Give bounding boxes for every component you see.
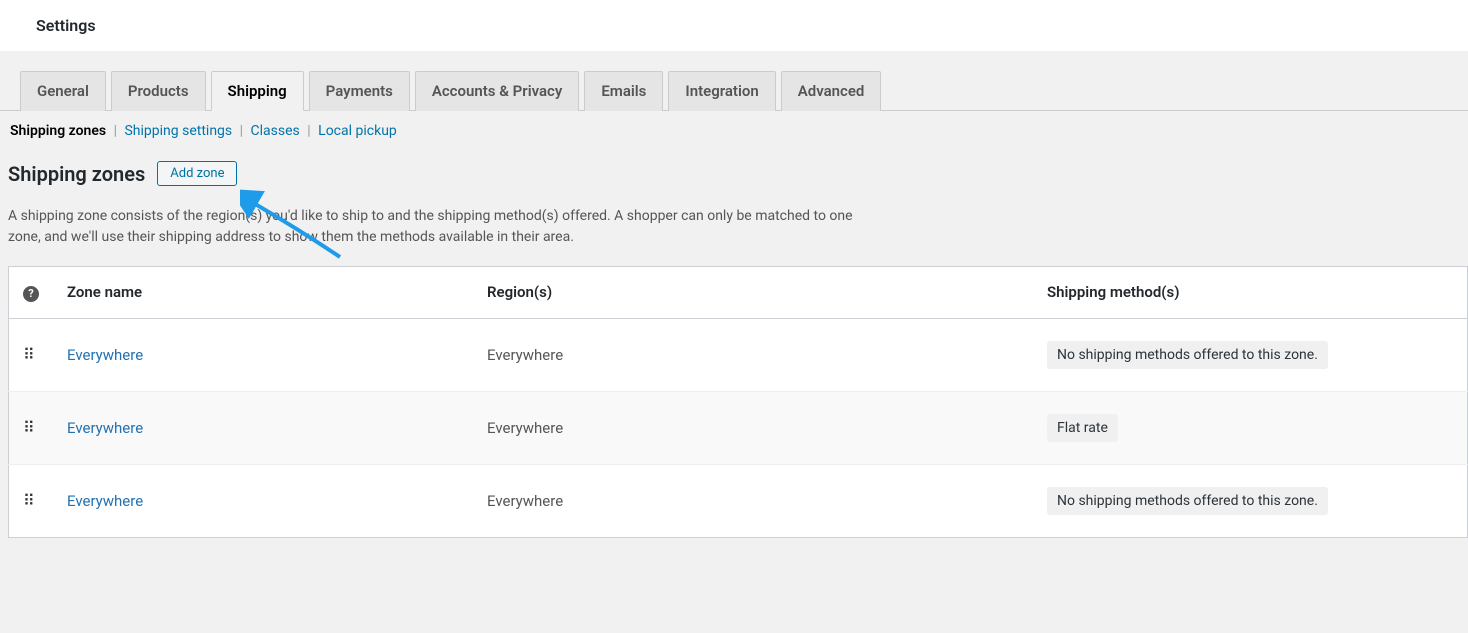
drag-handle-icon[interactable]: ⠿ bbox=[23, 497, 36, 505]
tab-integration[interactable]: Integration bbox=[668, 71, 775, 111]
zone-name-link[interactable]: Everywhere bbox=[67, 419, 143, 437]
drag-cell[interactable]: ⠿ bbox=[9, 391, 54, 464]
section-description: A shipping zone consists of the region(s… bbox=[0, 196, 880, 266]
subnav-shipping-zones[interactable]: Shipping zones bbox=[10, 123, 106, 139]
subnav-classes[interactable]: Classes bbox=[251, 123, 300, 139]
tab-emails[interactable]: Emails bbox=[584, 71, 663, 111]
zone-region-cell: Everywhere bbox=[473, 318, 1033, 391]
zone-name-cell[interactable]: Everywhere bbox=[53, 464, 473, 537]
zone-method-cell: No shipping methods offered to this zone… bbox=[1033, 318, 1468, 391]
separator: | bbox=[307, 123, 310, 139]
shipping-method-badge: No shipping methods offered to this zone… bbox=[1047, 341, 1328, 369]
tab-advanced[interactable]: Advanced bbox=[781, 71, 882, 111]
tab-shipping[interactable]: Shipping bbox=[211, 71, 304, 111]
zone-region-cell: Everywhere bbox=[473, 391, 1033, 464]
settings-tabs: General Products Shipping Payments Accou… bbox=[0, 51, 1468, 111]
table-header-row: ? Zone name Region(s) Shipping method(s) bbox=[9, 267, 1468, 319]
section-header: Shipping zones Add zone bbox=[0, 151, 1468, 196]
drag-handle-icon[interactable]: ⠿ bbox=[23, 424, 36, 432]
tab-accounts-privacy[interactable]: Accounts & Privacy bbox=[415, 71, 580, 111]
subnav-shipping-settings[interactable]: Shipping settings bbox=[124, 123, 232, 139]
table-row: ⠿ Everywhere Everywhere No shipping meth… bbox=[9, 464, 1468, 537]
zone-name-cell[interactable]: Everywhere bbox=[53, 391, 473, 464]
separator: | bbox=[240, 123, 243, 139]
table-row: ⠿ Everywhere Everywhere No shipping meth… bbox=[9, 318, 1468, 391]
zone-name-link[interactable]: Everywhere bbox=[67, 492, 143, 510]
table-row: ⠿ Everywhere Everywhere Flat rate bbox=[9, 391, 1468, 464]
page-title: Settings bbox=[36, 16, 1448, 35]
column-region: Region(s) bbox=[473, 267, 1033, 319]
drag-cell[interactable]: ⠿ bbox=[9, 318, 54, 391]
shipping-subnav: Shipping zones | Shipping settings | Cla… bbox=[0, 111, 1468, 151]
zone-method-cell: Flat rate bbox=[1033, 391, 1468, 464]
subnav-local-pickup[interactable]: Local pickup bbox=[318, 123, 397, 139]
shipping-method-badge: No shipping methods offered to this zone… bbox=[1047, 487, 1328, 515]
tab-products[interactable]: Products bbox=[111, 71, 206, 111]
shipping-zones-table: ? Zone name Region(s) Shipping method(s)… bbox=[8, 266, 1468, 538]
help-icon[interactable]: ? bbox=[23, 286, 39, 302]
zone-name-link[interactable]: Everywhere bbox=[67, 346, 143, 364]
separator: | bbox=[114, 123, 117, 139]
shipping-method-badge: Flat rate bbox=[1047, 414, 1118, 442]
tab-general[interactable]: General bbox=[20, 71, 106, 111]
content: General Products Shipping Payments Accou… bbox=[0, 51, 1468, 538]
drag-handle-icon[interactable]: ⠿ bbox=[23, 351, 36, 359]
section-heading: Shipping zones bbox=[8, 162, 145, 186]
zone-name-cell[interactable]: Everywhere bbox=[53, 318, 473, 391]
zone-region-cell: Everywhere bbox=[473, 464, 1033, 537]
help-header: ? bbox=[9, 267, 54, 319]
page-header: Settings bbox=[0, 0, 1468, 51]
column-zone-name: Zone name bbox=[53, 267, 473, 319]
column-shipping-method: Shipping method(s) bbox=[1033, 267, 1468, 319]
tab-payments[interactable]: Payments bbox=[309, 71, 410, 111]
drag-cell[interactable]: ⠿ bbox=[9, 464, 54, 537]
zone-method-cell: No shipping methods offered to this zone… bbox=[1033, 464, 1468, 537]
add-zone-button[interactable]: Add zone bbox=[157, 161, 237, 186]
